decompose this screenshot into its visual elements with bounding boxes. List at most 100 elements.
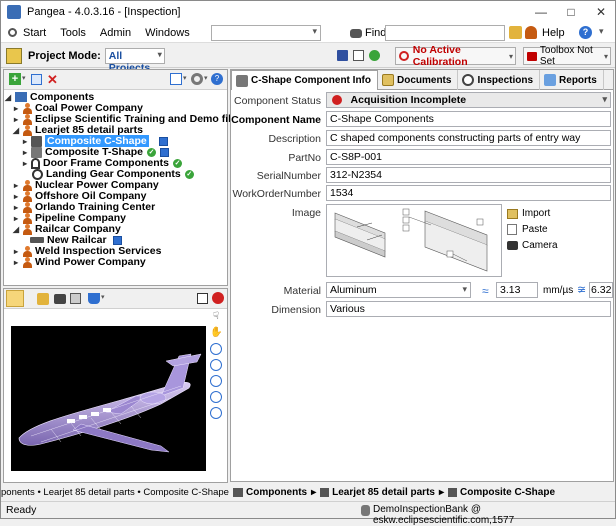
component-name-field[interactable]: C-Shape Components [326,111,611,127]
collapse-icon[interactable]: ◢ [12,225,20,234]
chevron-down-icon[interactable]: ▾ [204,74,208,82]
breadcrumb-learjet[interactable]: Learjet 85 detail parts [332,487,435,498]
find-label: Find [365,27,387,39]
tree-toolbar: + ▾ ✕ ▾ ▾ ? [4,70,227,90]
minimize-button[interactable]: — [526,1,556,23]
tree-item-wind[interactable]: ▸ Wind Power Company [12,256,146,268]
toolbox-dropdown[interactable]: Toolbox Not Set ▾ [523,45,611,67]
components-icon [233,487,243,497]
expand-icon[interactable]: ▸ [21,137,29,146]
component-image[interactable] [326,204,502,277]
tab-inspections[interactable]: Inspections [458,70,541,90]
camera-button[interactable]: Camera [507,240,558,251]
maximize-button[interactable]: □ [556,1,586,23]
camera-icon[interactable] [54,294,66,304]
collapse-icon[interactable]: ◢ [12,126,20,135]
hand-pointer-icon[interactable]: ☟ [210,311,222,323]
chevron-down-icon: ▾ [462,284,467,294]
part-icon [32,168,43,180]
help-icon[interactable]: ? [579,26,592,39]
expand-icon[interactable]: ▸ [12,181,20,190]
menu-help[interactable]: Help [535,23,572,43]
partno-field[interactable]: C-S8P-001 [326,149,611,165]
description-label: Description [268,133,321,145]
dimension-field[interactable]: Various [326,301,611,317]
project-icon[interactable] [6,47,22,64]
tab-component-info[interactable]: C-Shape Component Info [231,70,378,90]
zoom-box-icon[interactable] [210,391,222,403]
expand-icon[interactable]: ▸ [12,258,20,267]
description-field[interactable]: C shaped components constructing parts o… [326,130,611,146]
expand-icon[interactable]: ▸ [21,148,29,157]
aircraft-3d-view[interactable] [11,326,206,471]
chevron-down-icon[interactable]: ▾ [183,74,187,82]
menu-tools[interactable]: Tools [53,27,93,39]
toolbox-label: Toolbox Not Set [539,45,593,67]
pan-icon[interactable]: ✋ [210,327,222,339]
delete-icon[interactable]: ✕ [47,72,58,88]
part-icon [31,135,42,147]
pin-icon[interactable] [6,290,24,307]
save-icon[interactable] [337,50,348,61]
zoom-reset-icon[interactable] [210,407,222,419]
calibration-dropdown[interactable]: No Active Calibration ▾ [395,44,516,68]
expand-icon[interactable]: ▸ [12,104,20,113]
grid-icon[interactable] [353,50,364,61]
chevron-down-icon[interactable]: ▾ [101,293,105,301]
part-icon [448,487,457,497]
viewer-side-tools: ☟ ✋ [210,311,224,423]
search-icon [8,28,17,37]
velocity-field[interactable]: 3.13 [496,282,538,298]
window-title: Pangea - 4.0.3.16 - [Inspection] [27,6,181,18]
tools-icon[interactable] [509,26,522,39]
chevron-down-icon[interactable]: ▾ [599,26,604,37]
expand-icon[interactable]: ▸ [12,214,20,223]
popout-icon[interactable] [197,293,208,304]
chevron-down-icon[interactable]: ▾ [22,74,26,82]
import-button[interactable]: Import [507,208,550,219]
tab-reports[interactable]: Reports [540,70,604,90]
help-icon[interactable]: ? [211,73,223,85]
expand-icon[interactable]: ▸ [12,192,20,201]
serial-field[interactable]: 312-N2354 [326,167,611,183]
expand-icon[interactable]: ▸ [21,159,29,168]
expand-icon[interactable]: ▸ [12,115,20,124]
zoom-in-icon[interactable] [210,359,222,371]
collapse-icon[interactable]: ◢ [4,93,12,102]
copy-icon[interactable] [31,74,42,85]
project-mode-dropdown[interactable]: All Projects ▾ [104,47,165,74]
chart-icon[interactable] [170,73,182,85]
find-input[interactable] [385,25,505,41]
chevron-down-icon: ▾ [602,94,607,104]
expand-icon[interactable]: ▸ [12,247,20,256]
chevron-down-icon: ▾ [508,51,513,61]
workorder-field[interactable]: 1534 [326,185,611,201]
left-breadcrumb-text[interactable]: ponents • Learjet 85 detail parts • Comp… [1,487,229,498]
camera-icon [507,241,518,250]
expand-icon[interactable]: ▸ [12,203,20,212]
paste-button[interactable]: Paste [507,224,548,235]
check-icon[interactable] [369,50,380,61]
component-status-dropdown[interactable]: Acquisition Incomplete ▾ [326,92,611,108]
gear-icon[interactable] [191,73,203,85]
menu-admin[interactable]: Admin [93,27,138,39]
breadcrumb-components[interactable]: Components [246,487,307,498]
tab-documents[interactable]: Documents [378,70,459,90]
tools-icon[interactable] [37,293,49,305]
person-icon [22,124,32,136]
material-dropdown[interactable]: Aluminum ▾ [326,282,471,298]
breadcrumb-c-shape[interactable]: Composite C-Shape [460,487,555,498]
tab-label: Reports [559,74,597,86]
second-velocity-field[interactable]: 6.32 [589,282,613,298]
bucket-icon[interactable] [88,293,100,304]
menu-windows[interactable]: Windows [138,27,197,39]
grid-icon[interactable] [70,293,81,304]
zoom-fit-icon[interactable] [210,343,222,355]
stop-icon[interactable] [212,292,224,304]
add-icon[interactable]: + [9,73,21,85]
window-selector-dropdown[interactable]: ▾ [211,25,321,41]
menu-start[interactable]: Start [1,27,53,39]
breadcrumb-separator: ▸ [311,486,317,498]
zoom-out-icon[interactable] [210,375,222,387]
close-button[interactable]: ✕ [586,1,616,23]
